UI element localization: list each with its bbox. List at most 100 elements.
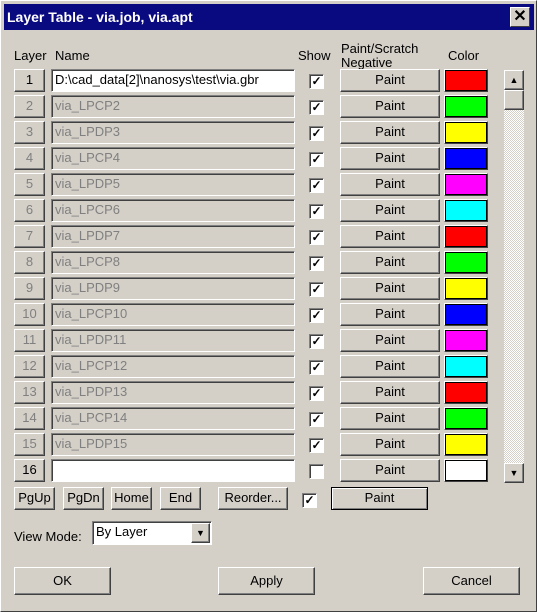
paint-scratch-button[interactable]: Paint (340, 433, 440, 456)
paint-scratch-button[interactable]: Paint (340, 225, 440, 248)
color-swatch-button[interactable] (444, 69, 488, 92)
paint-all-button[interactable]: Paint (331, 487, 428, 510)
layer-name-field[interactable]: via_LPCP2 (51, 95, 295, 118)
show-checkbox[interactable]: ✓ (309, 282, 324, 297)
show-checkbox[interactable]: ✓ (309, 308, 324, 323)
layer-name-field[interactable]: via_LPDP9 (51, 277, 295, 300)
scrollbar-track[interactable] (504, 90, 524, 463)
show-checkbox[interactable]: ✓ (309, 100, 324, 115)
paint-scratch-button[interactable]: Paint (340, 251, 440, 274)
close-icon[interactable]: ✕ (510, 7, 530, 27)
layer-number-button[interactable]: 15 (14, 433, 45, 456)
paint-scratch-button[interactable]: Paint (340, 173, 440, 196)
paint-scratch-button[interactable]: Paint (340, 121, 440, 144)
paint-scratch-button[interactable]: Paint (340, 277, 440, 300)
layer-name-field[interactable]: via_LPDP5 (51, 173, 295, 196)
layer-number-button[interactable]: 4 (14, 147, 45, 170)
paint-scratch-button[interactable]: Paint (340, 329, 440, 352)
show-checkbox[interactable]: ✓ (309, 178, 324, 193)
header-paint-scratch: Paint/Scratch (341, 41, 419, 56)
color-swatch-button[interactable] (444, 95, 488, 118)
paint-scratch-button[interactable]: Paint (340, 95, 440, 118)
paint-scratch-button[interactable]: Paint (340, 199, 440, 222)
layer-number-button[interactable]: 1 (14, 69, 45, 92)
layer-name-field[interactable]: via_LPDP15 (51, 433, 295, 456)
cancel-button[interactable]: Cancel (423, 567, 520, 595)
reorder-button[interactable]: Reorder... (218, 487, 288, 510)
color-swatch-button[interactable] (444, 225, 488, 248)
scrollbar-thumb[interactable] (504, 90, 524, 110)
show-checkbox[interactable]: ✓ (309, 360, 324, 375)
show-checkbox[interactable]: ✓ (309, 256, 324, 271)
layer-name-field[interactable]: via_LPCP6 (51, 199, 295, 222)
color-swatch-button[interactable] (444, 329, 488, 352)
layer-number-button[interactable]: 16 (14, 459, 45, 482)
layer-number-button[interactable]: 2 (14, 95, 45, 118)
layer-number-button[interactable]: 10 (14, 303, 45, 326)
layer-number-button[interactable]: 3 (14, 121, 45, 144)
color-swatch-button[interactable] (444, 251, 488, 274)
apply-button[interactable]: Apply (218, 567, 315, 595)
scroll-down-button[interactable]: ▼ (504, 463, 524, 483)
show-checkbox[interactable]: ✓ (309, 438, 324, 453)
color-swatch-button[interactable] (444, 433, 488, 456)
show-checkbox[interactable]: ✓ (309, 126, 324, 141)
chevron-down-icon[interactable]: ▼ (191, 523, 210, 543)
pgdn-button[interactable]: PgDn (63, 487, 104, 510)
show-checkbox[interactable]: ✓ (309, 152, 324, 167)
layer-name-field[interactable]: via_LPCP4 (51, 147, 295, 170)
layer-number-button[interactable]: 13 (14, 381, 45, 404)
ok-button[interactable]: OK (14, 567, 111, 595)
paint-scratch-button[interactable]: Paint (340, 303, 440, 326)
view-mode-select[interactable]: By Layer ▼ (92, 521, 212, 545)
layer-name-field[interactable]: via_LPCP14 (51, 407, 295, 430)
color-swatch-button[interactable] (444, 199, 488, 222)
show-checkbox[interactable]: ✓ (309, 386, 324, 401)
color-swatch-button[interactable] (444, 381, 488, 404)
layer-number-button[interactable]: 9 (14, 277, 45, 300)
color-swatch-button[interactable] (444, 303, 488, 326)
layer-name-field[interactable]: via_LPCP10 (51, 303, 295, 326)
layer-name-field[interactable] (51, 459, 295, 482)
layer-number-button[interactable]: 5 (14, 173, 45, 196)
layer-number-button[interactable]: 8 (14, 251, 45, 274)
color-swatch-button[interactable] (444, 121, 488, 144)
layer-number-button[interactable]: 14 (14, 407, 45, 430)
paint-scratch-button[interactable]: Paint (340, 147, 440, 170)
color-swatch-button[interactable] (444, 147, 488, 170)
layer-number-button[interactable]: 7 (14, 225, 45, 248)
show-checkbox[interactable]: ✓ (309, 412, 324, 427)
paint-scratch-button[interactable]: Paint (340, 69, 440, 92)
layer-name-field[interactable]: via_LPDP13 (51, 381, 295, 404)
layer-name-field[interactable]: D:\cad_data[2]\nanosys\test\via.gbr (51, 69, 295, 92)
layer-name-field[interactable]: via_LPDP7 (51, 225, 295, 248)
color-swatch-button[interactable] (444, 407, 488, 430)
end-button[interactable]: End (160, 487, 201, 510)
show-checkbox[interactable]: ✓ (309, 230, 324, 245)
paint-scratch-button[interactable]: Paint (340, 459, 440, 482)
paint-scratch-button[interactable]: Paint (340, 381, 440, 404)
show-checkbox[interactable]: ✓ (309, 204, 324, 219)
paint-scratch-button[interactable]: Paint (340, 355, 440, 378)
color-swatch-button[interactable] (444, 277, 488, 300)
layer-number-button[interactable]: 11 (14, 329, 45, 352)
color-swatch-button[interactable] (444, 459, 488, 482)
color-swatch-button[interactable] (444, 173, 488, 196)
pgup-button[interactable]: PgUp (14, 487, 55, 510)
color-swatch-button[interactable] (444, 355, 488, 378)
layer-number-button[interactable]: 6 (14, 199, 45, 222)
home-button[interactable]: Home (111, 487, 152, 510)
layer-name-field[interactable]: via_LPCP8 (51, 251, 295, 274)
show-all-checkbox[interactable]: ✓ (302, 493, 317, 508)
scroll-up-button[interactable]: ▲ (504, 70, 524, 90)
header-name: Name (55, 48, 90, 63)
layer-name-field[interactable]: via_LPDP11 (51, 329, 295, 352)
layer-name-field[interactable]: via_LPDP3 (51, 121, 295, 144)
layer-name-field[interactable]: via_LPCP12 (51, 355, 295, 378)
show-checkbox[interactable] (309, 464, 324, 479)
header-negative: Negative (341, 55, 393, 70)
show-checkbox[interactable]: ✓ (309, 74, 324, 89)
show-checkbox[interactable]: ✓ (309, 334, 324, 349)
paint-scratch-button[interactable]: Paint (340, 407, 440, 430)
layer-number-button[interactable]: 12 (14, 355, 45, 378)
